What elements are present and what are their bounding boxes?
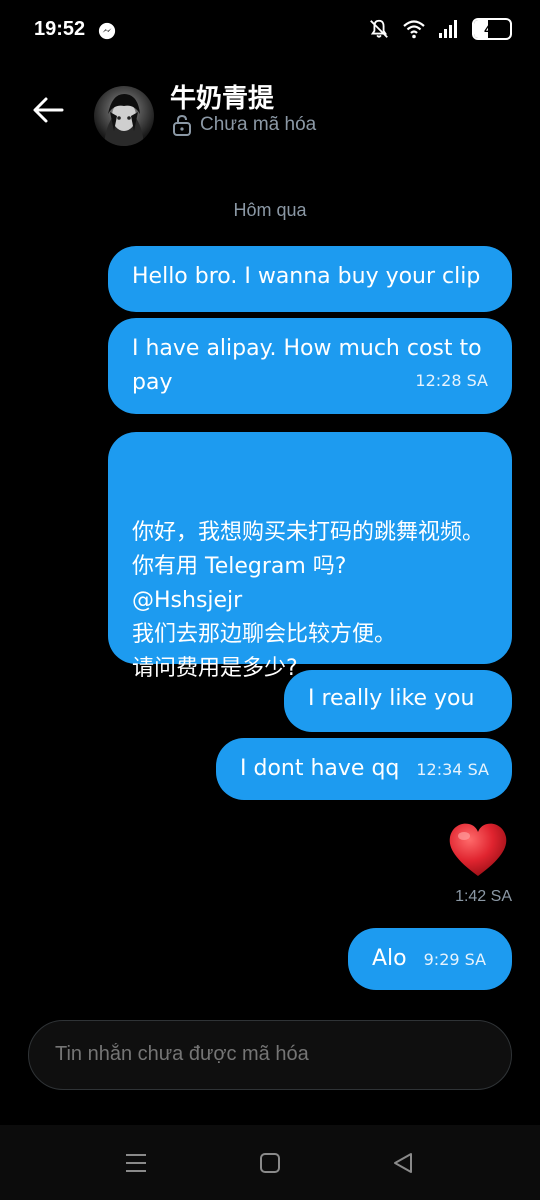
battery-icon: 40	[472, 18, 512, 40]
message-time: 1:42 SA	[455, 888, 512, 905]
message-bubble[interactable]: 你好，我想购买未打码的跳舞视频。 你有用 Telegram 吗? @Hshsje…	[108, 432, 512, 681]
status-bar: 19:52 40	[0, 0, 540, 64]
message-text: I really like you	[308, 686, 475, 711]
back-nav-icon[interactable]	[390, 1151, 418, 1175]
messenger-icon	[98, 22, 116, 40]
message-text: Hello bro. I wanna buy your clip	[132, 264, 481, 289]
message-text: I dont have qq	[240, 756, 400, 781]
encryption-status[interactable]: Chưa mã hóa	[172, 114, 316, 136]
menu-nav-icon[interactable]	[122, 1151, 150, 1175]
message-composer[interactable]	[28, 1020, 512, 1090]
home-nav-icon[interactable]	[256, 1151, 284, 1175]
message-time: 12:28 SA	[415, 371, 488, 390]
status-icons: 40	[368, 18, 512, 40]
back-button[interactable]	[28, 90, 68, 130]
heart-emoji-icon[interactable]	[446, 820, 510, 880]
lock-icon	[173, 114, 191, 136]
conversation-header: 牛奶青提 Chưa mã hóa	[0, 64, 540, 154]
mute-icon	[370, 19, 388, 38]
contact-name[interactable]: 牛奶青提	[170, 78, 274, 115]
message-time: 12:34 SA	[416, 760, 489, 779]
message-bubble[interactable]: I dont have qq 12:34 SA	[216, 738, 512, 800]
message-bubble[interactable]: I have alipay. How much cost to pay 12:2…	[108, 318, 512, 414]
avatar[interactable]	[94, 86, 154, 146]
back-arrow-icon	[33, 97, 64, 123]
signal-icon	[439, 20, 457, 38]
wifi-icon	[403, 20, 425, 39]
message-bubble[interactable]: I really like you	[284, 670, 512, 732]
system-nav-bar	[0, 1125, 540, 1200]
encryption-label: Chưa mã hóa	[200, 114, 317, 135]
message-bubble[interactable]: Alo 9:29 SA	[348, 928, 512, 990]
date-divider: Hôm qua	[233, 200, 307, 220]
message-text: 你好，我想购买未打码的跳舞视频。 你有用 Telegram 吗? @Hshsje…	[132, 520, 485, 681]
battery-level: 40	[484, 21, 500, 37]
message-bubble[interactable]: Hello bro. I wanna buy your clip	[108, 246, 512, 312]
message-text: Alo	[372, 946, 407, 971]
message-time: 9:29 SA	[423, 950, 487, 969]
message-input[interactable]	[55, 1043, 475, 1066]
status-time: 19:52	[34, 18, 86, 40]
